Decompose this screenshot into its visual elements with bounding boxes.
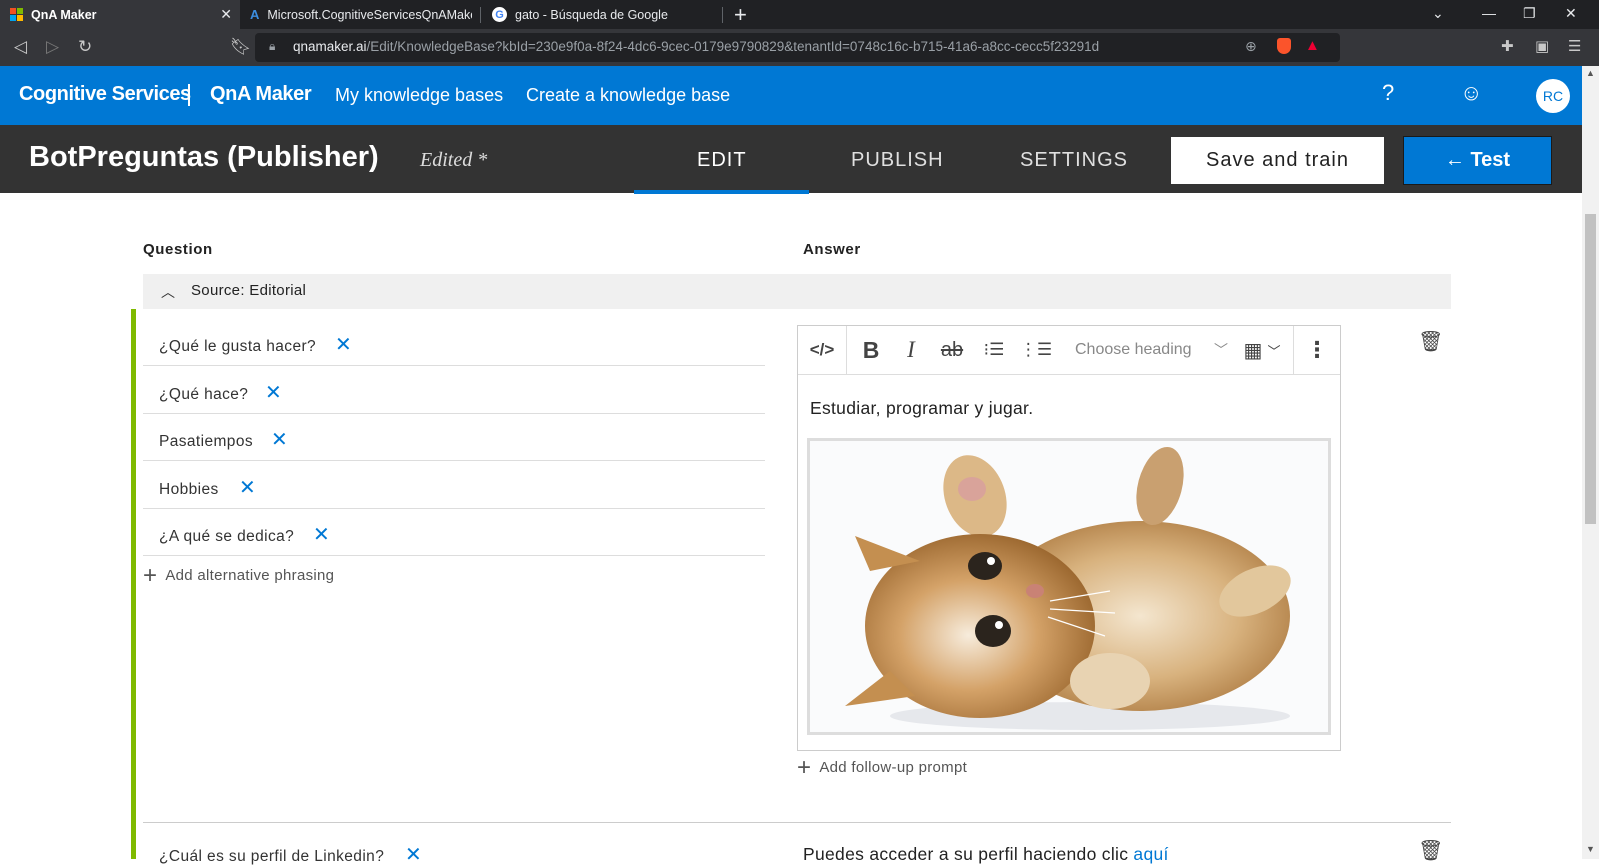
question-text[interactable]: ¿Qué hace?: [159, 386, 248, 404]
microsoft-logo-icon: [10, 8, 23, 21]
question-row[interactable]: Hobbies ✕: [143, 461, 765, 509]
save-and-train-button[interactable]: Save and train: [1171, 137, 1384, 184]
delete-question-icon[interactable]: ✕: [239, 475, 256, 500]
nav-my-knowledge-bases[interactable]: My knowledge bases: [335, 85, 503, 106]
bookmark-icon[interactable]: 🔖︎: [230, 37, 252, 57]
back-icon[interactable]: ◁: [14, 37, 27, 57]
extensions-icon[interactable]: ✚: [1501, 37, 1514, 55]
tab-title: QnA Maker: [31, 7, 97, 22]
add-follow-up-prompt-button[interactable]: + Add follow-up prompt: [797, 754, 967, 782]
question-row[interactable]: Pasatiempos ✕: [143, 413, 765, 461]
question-text[interactable]: ¿Qué le gusta hacer?: [159, 338, 316, 356]
qna-pair-accent: [131, 309, 136, 859]
delete-question-icon[interactable]: ✕: [265, 380, 282, 405]
azure-logo-icon: A: [250, 7, 260, 22]
browser-tab-google[interactable]: G gato - Búsqueda de Google: [482, 0, 722, 29]
menu-icon[interactable]: ☰: [1568, 37, 1581, 55]
bulleted-list-icon[interactable]: ⋮☰: [1016, 326, 1056, 374]
delete-qna-icon[interactable]: 🗑︎: [1418, 329, 1443, 354]
code-view-icon[interactable]: </>: [798, 326, 846, 374]
answer-link[interactable]: aquí: [1133, 844, 1168, 864]
minimize-icon[interactable]: —: [1482, 5, 1496, 21]
brand-divider: [188, 84, 190, 106]
answer-text[interactable]: Puedes acceder a su perfil haciendo clic…: [803, 844, 1169, 865]
qna-divider: [143, 822, 1451, 823]
plus-icon: +: [143, 562, 158, 589]
question-text[interactable]: Hobbies: [159, 481, 219, 499]
new-tab-icon[interactable]: +: [734, 2, 747, 28]
brave-rewards-icon[interactable]: ▲: [1305, 37, 1320, 54]
close-window-icon[interactable]: ✕: [1565, 5, 1577, 22]
nav-create-knowledge-base[interactable]: Create a knowledge base: [526, 85, 730, 106]
tab-settings[interactable]: SETTINGS: [1020, 149, 1128, 172]
scroll-thumb[interactable]: [1585, 214, 1596, 524]
brand-link[interactable]: Cognitive Services: [19, 83, 191, 106]
source-group-header[interactable]: ︿ Source: Editorial: [143, 274, 1451, 309]
plus-icon: +: [797, 754, 812, 781]
tab-title: Microsoft.CognitiveServicesQnAMaker: [267, 7, 473, 22]
close-icon[interactable]: ✕: [220, 6, 232, 23]
edited-status: Edited *: [420, 149, 488, 171]
url-text: qnamaker.ai/Edit/KnowledgeBase?kbId=230e…: [293, 39, 1100, 54]
wallet-icon[interactable]: ▣: [1535, 37, 1549, 55]
active-tab-indicator: [634, 190, 809, 194]
chevron-down-icon[interactable]: ﹀: [1214, 340, 1228, 360]
browser-tab-qnamaker[interactable]: QnA Maker ✕: [0, 0, 240, 29]
address-bar[interactable]: 🔒︎ qnamaker.ai/Edit/KnowledgeBase?kbId=2…: [255, 33, 1340, 62]
heading-select[interactable]: Choose heading: [1075, 341, 1192, 359]
question-text[interactable]: ¿Cuál es su perfil de Linkedin?: [159, 848, 384, 866]
tab-edit[interactable]: EDIT: [697, 149, 747, 172]
chevron-down-icon[interactable]: ﹀: [1264, 326, 1284, 374]
test-button[interactable]: ← Test: [1403, 136, 1552, 185]
tab-publish[interactable]: PUBLISH: [851, 149, 944, 172]
bold-icon[interactable]: B: [852, 326, 890, 374]
answer-editor[interactable]: </> B I ab ⁝☰ ⋮☰ Choose heading ﹀ ▦ ﹀ ⋮ …: [797, 325, 1341, 751]
answer-text[interactable]: Estudiar, programar y jugar.: [810, 398, 1033, 419]
question-column-header: Question: [143, 241, 213, 258]
lock-icon: 🔒︎: [269, 39, 276, 53]
delete-qna-icon[interactable]: 🗑︎: [1418, 838, 1443, 863]
restore-icon[interactable]: ❐: [1523, 5, 1536, 22]
browser-tab-azure[interactable]: A Microsoft.CognitiveServicesQnAMaker: [240, 0, 480, 29]
question-text[interactable]: Pasatiempos: [159, 433, 253, 451]
italic-icon[interactable]: I: [892, 326, 930, 374]
help-icon[interactable]: ?: [1382, 80, 1394, 106]
brave-shield-icon[interactable]: [1277, 38, 1291, 54]
chevron-up-icon[interactable]: ︿: [161, 282, 175, 302]
browser-tab-strip: QnA Maker ✕ A Microsoft.CognitiveService…: [0, 0, 1599, 29]
browser-toolbar: ◁ ▷ ↻ 🔖︎ 🔒︎ qnamaker.ai/Edit/KnowledgeBa…: [0, 29, 1599, 66]
editor-toolbar: </> B I ab ⁝☰ ⋮☰ Choose heading ﹀ ▦ ﹀ ⋮: [798, 326, 1340, 375]
question-row[interactable]: ¿Qué hace? ✕: [143, 366, 765, 414]
source-label: Source: Editorial: [191, 282, 307, 299]
avatar[interactable]: RC: [1536, 79, 1570, 113]
tab-title: gato - Búsqueda de Google: [515, 7, 668, 22]
page-title: BotPreguntas (Publisher): [29, 141, 379, 173]
forward-icon[interactable]: ▷: [46, 37, 59, 57]
tab-search-icon[interactable]: ⌄: [1432, 5, 1444, 22]
delete-question-icon[interactable]: ✕: [271, 427, 288, 452]
zoom-icon[interactable]: ⊕: [1245, 38, 1257, 55]
product-link[interactable]: QnA Maker: [210, 83, 312, 106]
question-text[interactable]: ¿A qué se dedica?: [159, 528, 294, 546]
delete-question-icon[interactable]: ✕: [335, 332, 352, 357]
kitten-image: [807, 438, 1331, 735]
kitten-illustration: [845, 446, 1291, 730]
google-logo-icon: G: [492, 7, 507, 22]
add-alternative-phrasing-button[interactable]: + Add alternative phrasing: [143, 562, 334, 590]
strikethrough-icon[interactable]: ab: [932, 326, 972, 374]
answer-column-header: Answer: [803, 241, 861, 258]
app-header: Cognitive Services QnA Maker My knowledg…: [0, 66, 1582, 125]
feedback-smiley-icon[interactable]: ☺: [1460, 80, 1482, 106]
more-options-icon[interactable]: ⋮: [1294, 326, 1340, 374]
question-row[interactable]: ¿A qué se dedica? ✕: [143, 508, 765, 556]
delete-question-icon[interactable]: ✕: [313, 522, 330, 547]
reload-icon[interactable]: ↻: [78, 37, 92, 57]
scroll-up-icon[interactable]: ▲: [1586, 68, 1595, 78]
question-row[interactable]: ¿Qué le gusta hacer? ✕: [143, 318, 765, 366]
scroll-down-icon[interactable]: ▼: [1586, 844, 1595, 854]
delete-question-icon[interactable]: ✕: [405, 842, 422, 867]
numbered-list-icon[interactable]: ⁝☰: [974, 326, 1014, 374]
page-scrollbar[interactable]: ▲ ▼: [1582, 66, 1599, 859]
